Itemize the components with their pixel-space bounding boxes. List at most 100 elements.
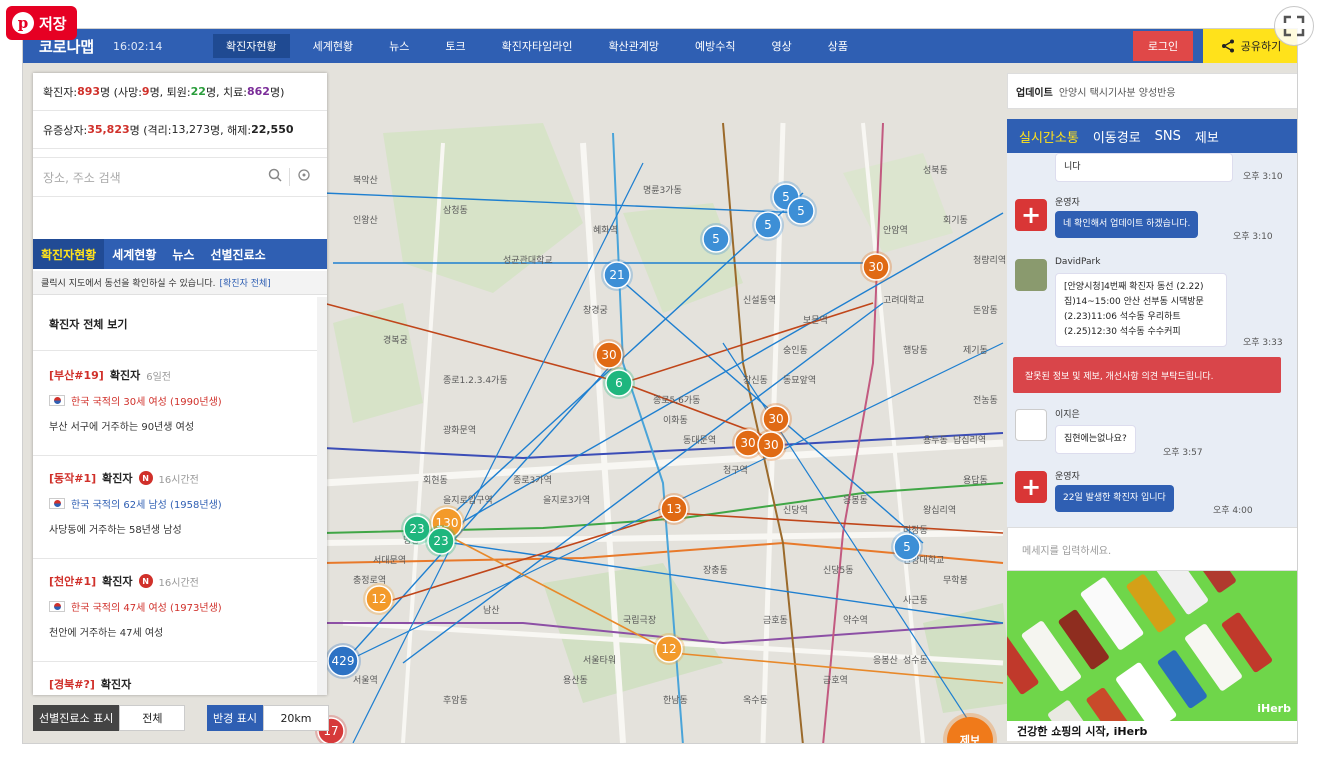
place-label: 성북동 bbox=[923, 165, 948, 176]
place-label: 혜화역 bbox=[593, 224, 618, 236]
chat-tab[interactable]: 제보 bbox=[1195, 127, 1219, 146]
nav-item[interactable]: 확진자타임라인 bbox=[489, 34, 586, 58]
confirmed-count: 893 bbox=[77, 85, 101, 98]
left-tab[interactable]: 선별진료소 bbox=[202, 239, 273, 269]
case-time-ago: 16시간전 bbox=[158, 474, 199, 486]
update-label: 업데이트 bbox=[1016, 87, 1053, 99]
case-cluster-marker[interactable]: 30 bbox=[755, 429, 787, 461]
case-nationality: 한국 국적의 30세 여성 (1990년생) bbox=[49, 393, 317, 408]
case-description: 천안에 거주하는 47세 여성 bbox=[49, 628, 164, 639]
stats-text: 명) bbox=[269, 85, 285, 99]
case-cluster-marker[interactable]: 23 bbox=[425, 525, 457, 557]
notice-banner[interactable]: 잘못된 정보 및 제보, 개선사항 의견 부탁드립니다. bbox=[1013, 357, 1281, 393]
chat-tab[interactable]: 이동경로 bbox=[1093, 127, 1141, 146]
chat-message-input[interactable]: 메세지를 입력하세요. bbox=[1007, 527, 1297, 571]
nav-item[interactable]: 예방수칙 bbox=[682, 34, 748, 58]
nav-item[interactable]: 확산관계망 bbox=[595, 34, 672, 58]
case-cluster-marker[interactable]: 30 bbox=[860, 251, 892, 283]
place-label: 인왕산 bbox=[353, 215, 378, 226]
search-icon[interactable] bbox=[261, 168, 289, 186]
left-tab-bar: 확진자현황 세계현황 뉴스 선별진료소 bbox=[33, 239, 327, 269]
place-label: 후암동 bbox=[443, 694, 468, 706]
case-cluster-marker[interactable]: 30 bbox=[593, 339, 625, 371]
radius-filter-select[interactable]: 20km bbox=[262, 705, 329, 731]
search-input[interactable]: 장소, 주소 검색 bbox=[43, 169, 261, 186]
stats-text: 명, 치료: bbox=[205, 85, 247, 99]
chat-area: 니다 오후 3:10 + 운영자 네 확인해서 업데이트 하겠습니다. 오후 3… bbox=[1007, 153, 1297, 527]
place-label: 용두동 bbox=[923, 435, 948, 446]
case-nationality-text: 한국 국적의 62세 남성 (1958년생) bbox=[71, 500, 222, 511]
case-cluster-marker[interactable]: 5 bbox=[752, 209, 784, 241]
nav-item[interactable]: 토크 bbox=[432, 34, 478, 58]
place-label: 금호동 bbox=[763, 615, 788, 626]
case-cluster-marker[interactable]: 21 bbox=[601, 259, 633, 291]
advertisement-banner[interactable]: iHerb bbox=[1007, 571, 1297, 721]
locate-icon[interactable] bbox=[289, 168, 317, 186]
nav-item[interactable]: 상품 bbox=[815, 34, 861, 58]
case-time-ago: 16시간전 bbox=[158, 577, 199, 589]
case-cluster-marker[interactable]: 13 bbox=[658, 493, 690, 525]
place-label: 청구역 bbox=[723, 465, 748, 476]
case-item[interactable]: [부산#19] 확진자 6일전 한국 국적의 30세 여성 (1990년생) 부산 서구… bbox=[33, 353, 317, 456]
case-cluster-marker[interactable]: 5 bbox=[785, 195, 817, 227]
update-text[interactable]: 안양시 택시기사분 양성반응 bbox=[1059, 84, 1176, 99]
stats-text: 유증상자: bbox=[43, 123, 88, 137]
ad-products-image bbox=[1007, 571, 1297, 721]
ad-caption[interactable]: 건강한 쇼핑의 시작, iHerb bbox=[1007, 721, 1297, 741]
pinterest-save-label: 저장 bbox=[39, 14, 67, 33]
place-label: 남산 bbox=[483, 605, 500, 616]
case-tag: [천안#1] bbox=[49, 575, 97, 588]
place-label: 서울역 bbox=[353, 675, 378, 686]
place-label: 종로3가역 bbox=[513, 475, 552, 486]
case-nationality-text: 한국 국적의 30세 여성 (1990년생) bbox=[71, 397, 222, 408]
case-cluster-marker[interactable]: 6 bbox=[603, 367, 635, 399]
place-label: 창신동 bbox=[743, 375, 768, 386]
cluster-count: 30 bbox=[740, 436, 755, 450]
case-cluster-marker[interactable]: 5 bbox=[891, 531, 923, 563]
expand-icon[interactable] bbox=[1274, 6, 1314, 46]
left-tab[interactable]: 확진자현황 bbox=[33, 239, 105, 269]
place-label: 안암역 bbox=[883, 224, 908, 236]
case-item[interactable]: [동작#1] 확진자 N 16시간전 한국 국적의 62세 남성 (1958년생) 사당동… bbox=[33, 456, 317, 559]
chat-line: 집)14~15:00 안산 선부동 시댁방문 bbox=[1064, 297, 1204, 307]
case-title: [천안#1] 확진자 N 16시간전 bbox=[49, 573, 317, 589]
chat-time: 오후 3:10 bbox=[1243, 172, 1283, 182]
nav-item[interactable]: 뉴스 bbox=[376, 34, 422, 58]
case-nationality-text: 한국 국적의 47세 여성 (1973년생) bbox=[71, 603, 222, 614]
chat-tab-bar: 실시간소통 이동경로 SNS 제보 bbox=[1007, 119, 1297, 153]
login-button[interactable]: 로그인 bbox=[1133, 31, 1193, 61]
list-scrollbar[interactable] bbox=[317, 297, 327, 695]
all-cases-link[interactable]: [확진자 전체] bbox=[220, 276, 271, 289]
nav-item[interactable]: 세계현황 bbox=[300, 34, 366, 58]
place-label: 응봉동 bbox=[843, 495, 868, 506]
case-description: 부산 서구에 거주하는 90년생 여성 bbox=[49, 422, 195, 433]
place-label: 장충동 bbox=[703, 565, 728, 576]
search-bar[interactable]: 장소, 주소 검색 bbox=[33, 157, 327, 197]
chat-tab[interactable]: SNS bbox=[1155, 129, 1181, 144]
chat-line: [안양시청]4번째 확진자 동선 (2.22) bbox=[1064, 282, 1204, 292]
nav-item[interactable]: 확진자현황 bbox=[213, 34, 290, 58]
case-time-ago: 6일전 bbox=[146, 371, 171, 383]
left-tab[interactable]: 뉴스 bbox=[164, 239, 202, 269]
case-cluster-marker[interactable]: 12 bbox=[363, 583, 395, 615]
place-label: 무학봉 bbox=[943, 575, 968, 586]
case-cluster-marker[interactable]: 5 bbox=[700, 223, 732, 255]
place-label: 성수동 bbox=[903, 655, 928, 666]
update-bar: 업데이트 안양시 택시기사분 양성반응 bbox=[1007, 73, 1297, 109]
case-cluster-marker[interactable]: 12 bbox=[653, 633, 685, 665]
nav-item[interactable]: 영상 bbox=[759, 34, 805, 58]
left-tab[interactable]: 세계현황 bbox=[104, 239, 164, 269]
place-label: 청량리역 bbox=[973, 254, 1006, 266]
view-all-cases[interactable]: 확진자 전체 보기 bbox=[33, 297, 317, 351]
clinic-filter-select[interactable]: 전체 bbox=[119, 705, 186, 731]
place-label: 전농동 bbox=[973, 395, 998, 406]
left-panel: 확진자: 893 명 (사망: 9 명, 퇴원: 22 명, 치료: 862 명… bbox=[33, 73, 327, 695]
pinterest-save-button[interactable]: p 저장 bbox=[6, 6, 77, 40]
case-cluster-marker[interactable]: 429 bbox=[325, 643, 361, 679]
isolated-count: 13,273 bbox=[171, 123, 211, 136]
chat-tab[interactable]: 실시간소통 bbox=[1019, 127, 1079, 146]
case-item[interactable]: [경북#?] 확진자 bbox=[33, 662, 317, 695]
place-label: 회현동 bbox=[423, 475, 448, 486]
case-item[interactable]: [천안#1] 확진자 N 16시간전한국 국적의 47세 여성 (1973년생) 천안에… bbox=[33, 559, 317, 662]
place-label: 동묘앞역 bbox=[783, 374, 816, 386]
